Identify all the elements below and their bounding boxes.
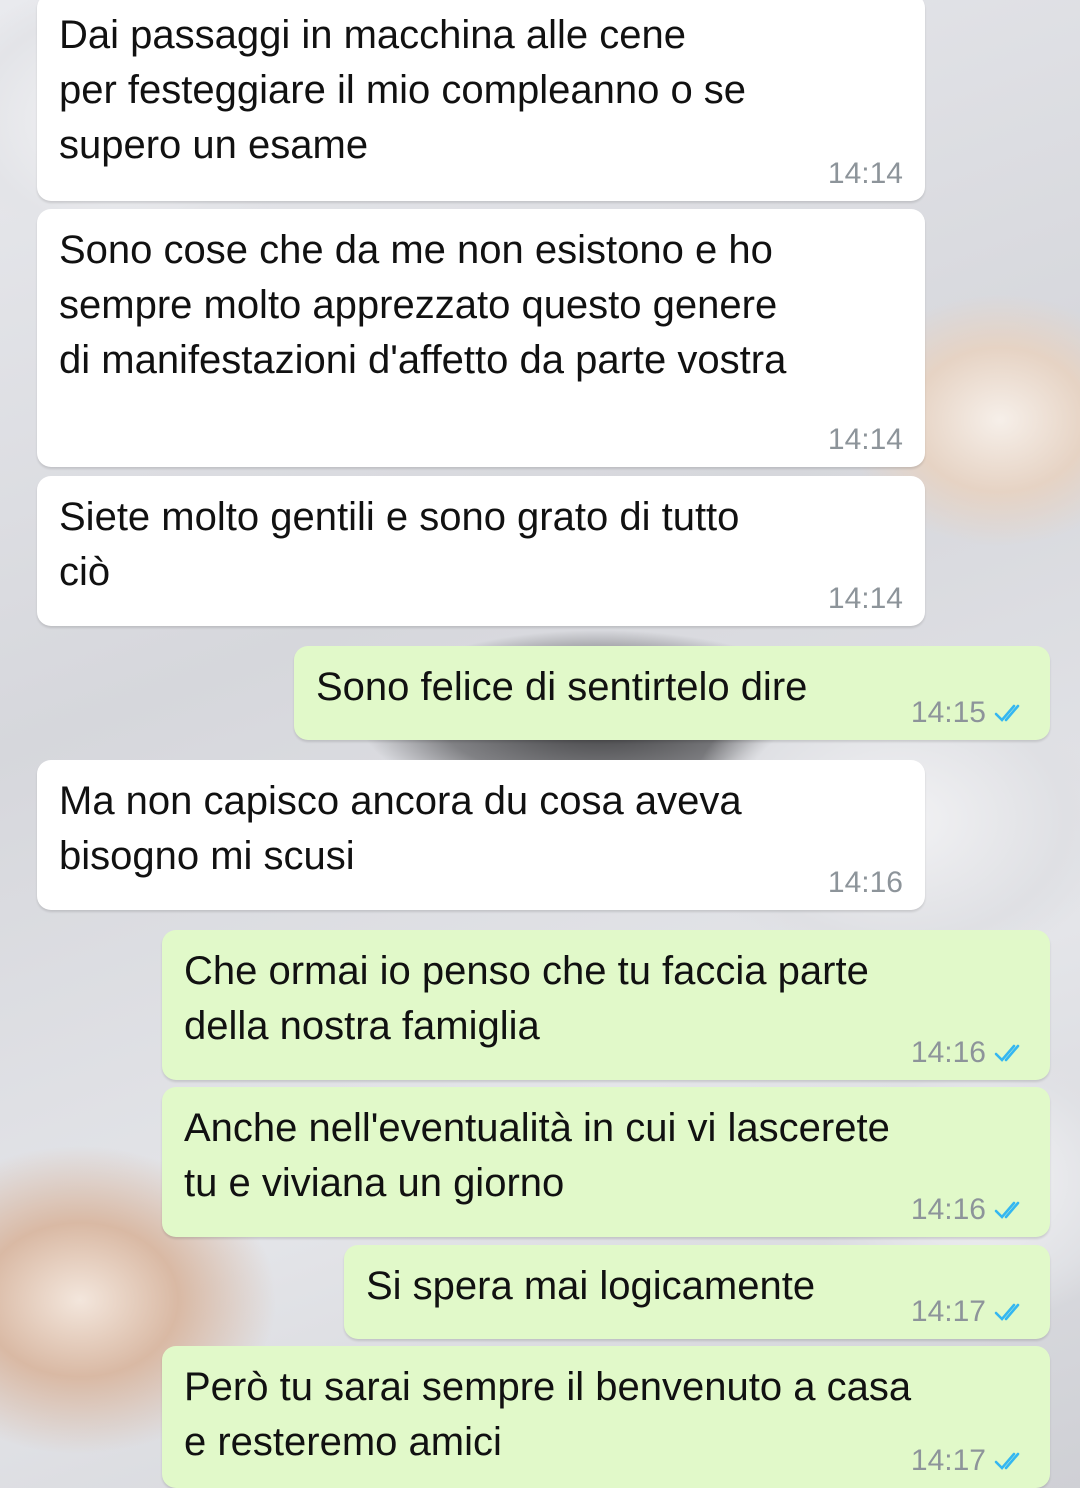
message-bubble-incoming[interactable]: Sono cose che da me non esistono e ho se… [37, 209, 925, 467]
message-text: Anche nell'eventualità in cui vi lascere… [184, 1106, 890, 1205]
message-time: 14:16 [910, 1036, 986, 1069]
message-time: 14:16 [827, 866, 903, 899]
message-meta: 14:15 [911, 696, 1028, 730]
message-time: 14:14 [827, 582, 903, 615]
message-bubble-incoming[interactable]: Ma non capisco ancora du cosa aveva biso… [37, 760, 925, 910]
read-double-check-icon [994, 1300, 1028, 1324]
message-text: Ma non capisco ancora du cosa aveva biso… [59, 779, 742, 878]
read-double-check-icon [994, 1198, 1028, 1222]
read-double-check-icon [994, 1449, 1028, 1473]
message-bubble-outgoing[interactable]: Che ormai io penso che tu faccia parte d… [162, 930, 1050, 1080]
message-bubble-outgoing[interactable]: Sono felice di sentirtelo dire 14:15 [294, 646, 1050, 740]
message-bubble-outgoing[interactable]: Però tu sarai sempre il benvenuto a casa… [162, 1346, 1050, 1488]
message-time: 14:14 [827, 157, 903, 190]
read-double-check-icon [994, 1041, 1028, 1065]
read-double-check-icon [994, 701, 1028, 725]
message-bubble-incoming[interactable]: Dai passaggi in macchina alle cene per f… [37, 0, 925, 201]
message-text: Però tu sarai sempre il benvenuto a casa… [184, 1365, 912, 1464]
message-time: 14:15 [910, 696, 986, 729]
message-time: 14:14 [827, 423, 903, 456]
message-text: Dai passaggi in macchina alle cene per f… [59, 13, 747, 167]
message-text: Siete molto gentili e sono grato di tutt… [59, 495, 740, 594]
message-bubble-outgoing[interactable]: Anche nell'eventualità in cui vi lascere… [162, 1087, 1050, 1237]
message-meta: 14:14 [828, 582, 903, 616]
message-time: 14:17 [910, 1295, 986, 1328]
message-meta: 14:14 [828, 157, 903, 191]
message-text: Sono cose che da me non esistono e ho se… [59, 228, 787, 382]
message-time: 14:17 [910, 1444, 986, 1477]
message-bubble-outgoing[interactable]: Si spera mai logicamente 14:17 [344, 1245, 1050, 1339]
message-meta: 14:17 [911, 1295, 1028, 1329]
message-time: 14:16 [910, 1193, 986, 1226]
message-meta: 14:16 [828, 866, 903, 900]
message-text: Che ormai io penso che tu faccia parte d… [184, 949, 869, 1048]
chat-thread: Dai passaggi in macchina alle cene per f… [0, 0, 1080, 1488]
message-meta: 14:16 [911, 1193, 1028, 1227]
message-meta: 14:17 [911, 1444, 1028, 1478]
message-bubble-incoming[interactable]: Siete molto gentili e sono grato di tutt… [37, 476, 925, 626]
message-meta: 14:16 [911, 1036, 1028, 1070]
message-meta: 14:14 [828, 423, 903, 457]
